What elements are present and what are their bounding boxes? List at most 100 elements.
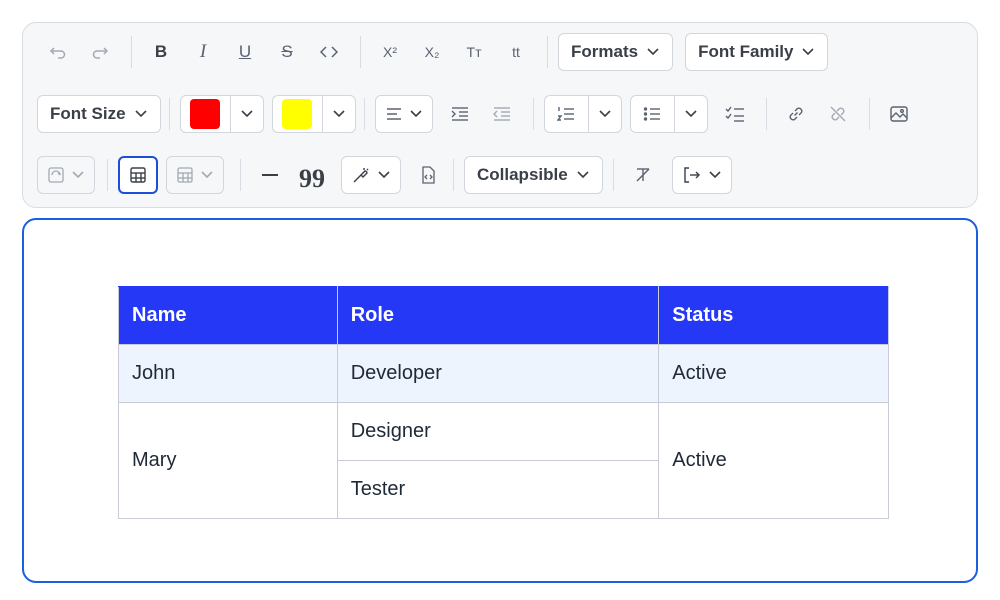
highlight-color-swatch [282,99,313,129]
insert-image-button[interactable] [880,95,918,133]
link-icon [789,107,803,121]
table-cell[interactable]: Mary [118,402,338,519]
table-options-dropdown[interactable] [166,156,224,194]
table-cell[interactable]: Active [658,402,889,519]
outdent-icon [492,107,510,121]
export-dropdown[interactable] [671,156,732,194]
toolbar-separator [168,98,170,130]
insert-table-button[interactable] [118,156,158,194]
underline-button[interactable]: U [226,33,264,71]
insert-link-button[interactable] [777,95,815,133]
indent-icon [451,107,468,121]
lowercase-icon: tt [512,44,520,60]
image-icon [889,106,908,122]
table-header-cell[interactable]: Name [118,286,338,345]
magic-brush-icon [353,168,369,183]
source-code-button[interactable] [409,156,447,194]
table-header-cell[interactable]: Role [336,286,660,345]
inline-code-button[interactable] [310,33,348,71]
table-row: John Developer Active [118,344,889,403]
numbered-list-button[interactable] [545,96,589,132]
toolbar-separator [240,159,241,191]
chevron-down-icon [332,110,345,118]
uppercase-button[interactable]: Tт [455,33,493,71]
collapsible-dropdown[interactable]: Collapsible [464,156,603,194]
bold-button[interactable]: B [142,33,180,71]
unlink-button[interactable] [819,95,857,133]
font-size-dropdown[interactable]: Font Size [37,95,161,133]
italic-button[interactable]: I [184,33,222,71]
toolbar-separator [453,159,454,191]
undo-icon [49,47,66,59]
table-cell[interactable]: Tester [336,460,660,519]
bullet-list-dropdown[interactable] [675,96,707,132]
redo-button[interactable] [81,33,119,71]
font-family-dropdown[interactable]: Font Family [685,33,829,71]
table-header-row: Name Role Status [118,286,889,345]
quote-icon: 99 [299,164,325,193]
lowercase-button[interactable]: tt [497,33,535,71]
media-dropdown[interactable] [37,156,95,194]
chevron-down-icon [646,45,660,59]
horizontal-rule-icon [262,174,278,176]
numbered-list-icon [557,107,575,121]
underline-icon: U [238,42,252,61]
toolbar-row-2: Font Size [37,94,922,134]
align-dropdown[interactable] [374,95,433,133]
bullet-list-button[interactable] [631,96,675,132]
checklist-icon [725,106,744,122]
content-table[interactable]: Name Role Status John Developer Active M… [118,286,889,519]
clear-format-icon [636,168,650,182]
toolbar-separator [547,36,548,68]
toolbar-separator [532,98,534,130]
table-cell[interactable]: Active [658,344,889,403]
chevron-down-icon [201,171,213,179]
highlight-color-dropdown[interactable] [323,96,355,132]
media-icon [48,167,64,183]
editor-content-area[interactable]: Name Role Status John Developer Active M… [22,218,978,583]
collapsible-label: Collapsible [477,165,568,184]
table-header-cell[interactable]: Status [658,286,889,345]
code-icon [320,46,338,58]
font-size-label: Font Size [50,104,126,123]
superscript-button[interactable]: X² [371,33,409,71]
clear-formatting-button[interactable] [624,156,662,194]
chevron-down-icon [240,110,253,118]
indent-button[interactable] [441,95,479,133]
redo-icon [92,47,109,59]
chevron-down-icon [709,171,721,179]
chevron-down-icon [801,45,815,59]
strikethrough-button[interactable]: S [268,33,306,71]
toolbar-separator [131,36,132,68]
numbered-list-dropdown[interactable] [589,96,621,132]
toolbar-row-1: B I U S X² X₂ Tт tt Formats Font Family [39,32,840,72]
table-cell[interactable]: John [118,344,338,403]
bold-icon: B [154,42,168,61]
strikethrough-icon: S [281,42,293,61]
chevron-down-icon [409,110,422,118]
highlight-color-button[interactable] [273,96,323,132]
toolbar-separator [360,36,361,68]
formats-dropdown[interactable]: Formats [558,33,674,71]
text-color-button[interactable] [181,96,231,132]
chevron-down-icon [72,171,84,179]
table-row: Mary Designer Active [118,402,889,519]
toolbar-separator [765,98,767,130]
unlink-icon [830,106,846,122]
text-color-dropdown[interactable] [231,96,263,132]
editor-toolbar: B I U S X² X₂ Tт tt Formats Font Family … [22,22,978,208]
clean-format-dropdown[interactable] [341,156,401,194]
undo-button[interactable] [39,33,77,71]
table-cell[interactable]: Developer [336,344,660,403]
outdent-button[interactable] [483,95,521,133]
checklist-button[interactable] [716,95,754,133]
table-cell[interactable]: Designer [336,402,660,461]
horizontal-rule-button[interactable] [251,156,289,194]
subscript-button[interactable]: X₂ [413,33,451,71]
font-family-label: Font Family [698,42,794,61]
bullet-list-control [629,95,708,133]
formats-label: Formats [571,42,639,61]
superscript-icon: X² [383,44,397,60]
highlight-color-picker [271,95,356,133]
blockquote-button[interactable]: 99 [293,156,331,194]
